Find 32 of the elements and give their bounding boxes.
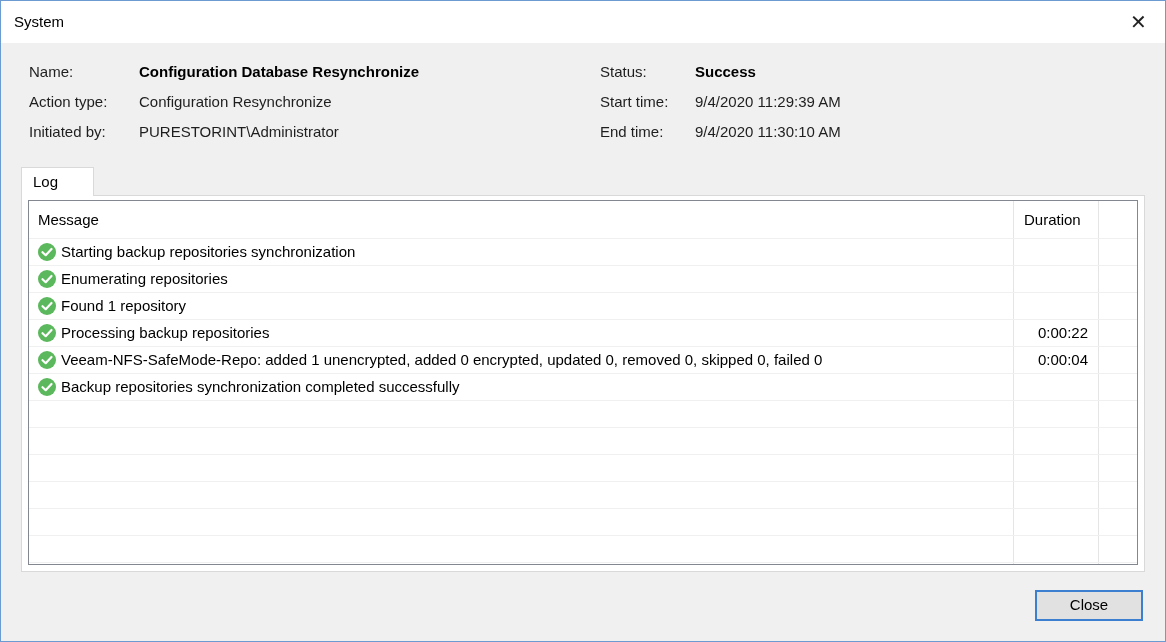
field-value: Configuration Database Resynchronize (139, 61, 420, 82)
log-message: Starting backup repositories synchronization (61, 241, 356, 262)
column-header[interactable]: Duration (1014, 201, 1099, 238)
check-circle-icon (38, 324, 56, 342)
field-label: Status: (600, 61, 648, 82)
log-message: Backup repositories synchronization completed successfully (61, 376, 460, 397)
field-label: Name: (29, 61, 75, 82)
field-label: Initiated by: (29, 121, 107, 142)
close-dialog-button[interactable]: Close (1035, 590, 1143, 621)
check-circle-icon (38, 378, 56, 396)
field-label: End time: (600, 121, 665, 142)
log-message: Veeam-NFS-SafeMode-Repo: added 1 unencrypted, added 0 encrypted, updated 0, removed 0, skipped 0, failed 0 (61, 349, 823, 370)
column-header[interactable]: Message (29, 201, 1014, 238)
close-button[interactable]: ✕ (1123, 7, 1153, 37)
log-message: Enumerating repositories (61, 268, 228, 289)
field-value: 9/4/2020 11:30:10 AM (695, 121, 841, 142)
tab[interactable]: Log (21, 167, 94, 196)
log-message: Found 1 repository (61, 295, 187, 316)
field-label: Start time: (600, 91, 670, 112)
field-value: PURESTORINT\Administrator (139, 121, 339, 142)
check-circle-icon (38, 270, 56, 288)
field-label: Action type: (29, 91, 109, 112)
log-message: Processing backup repositories (61, 322, 270, 343)
log-duration: 0:00:04 (1037, 349, 1088, 370)
check-circle-icon (38, 351, 56, 369)
field-value: 9/4/2020 11:29:39 AM (695, 91, 841, 112)
window-title: System (14, 11, 64, 32)
check-circle-icon (38, 297, 56, 315)
field-value: Success (695, 61, 756, 82)
check-circle-icon (38, 243, 56, 261)
log-duration: 0:00:22 (1037, 322, 1088, 343)
field-value: Configuration Resynchronize (139, 91, 332, 112)
